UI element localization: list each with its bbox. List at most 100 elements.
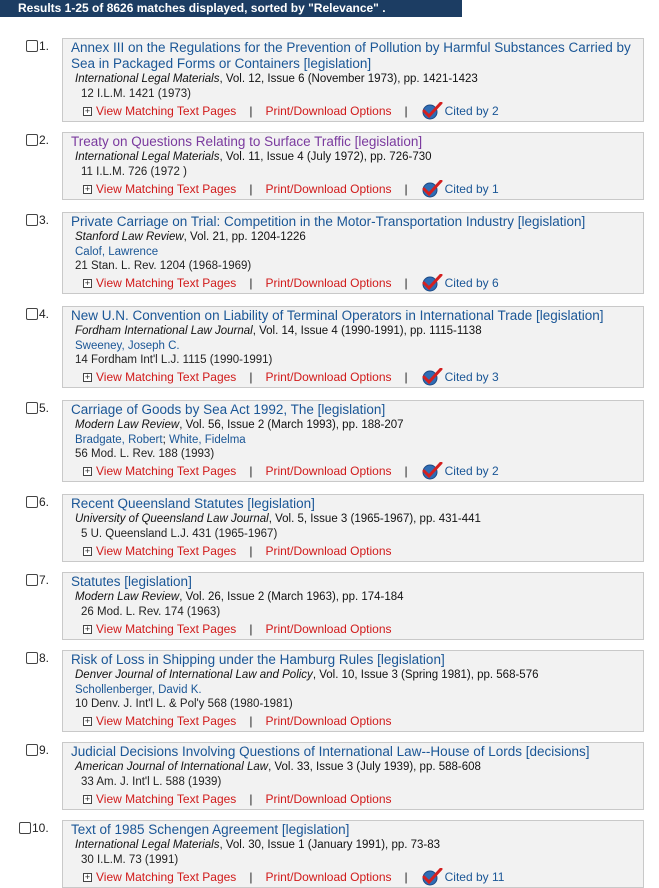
journal-details: , Vol. 21, pp. 1204-1226 [183,231,306,243]
print-download-link[interactable]: Print/Download Options [265,464,391,478]
print-download-link[interactable]: Print/Download Options [265,870,391,884]
expand-plus-icon[interactable]: + [83,184,92,194]
result-number: 1. [39,39,50,53]
expand-plus-icon[interactable]: + [83,716,92,726]
separator-pipe: | [249,714,253,728]
journal-name: University of Queensland Law Journal [75,513,269,525]
expand-plus-icon[interactable]: + [83,466,92,476]
cited-by-link[interactable]: Cited by 2 [421,102,499,120]
result-checkbox[interactable] [26,40,38,52]
separator-pipe: | [404,104,408,118]
view-matching-text-link[interactable]: View Matching Text Pages [96,622,236,636]
journal-details: , Vol. 33, Issue 3 (July 1939), pp. 588-… [268,761,481,773]
citation-text: 26 Mod. L. Rev. 174 (1963) [81,606,221,618]
author-link[interactable]: White, Fidelma [169,434,246,446]
print-download-link[interactable]: Print/Download Options [265,370,391,384]
expand-plus-icon[interactable]: + [83,372,92,382]
result-checkbox[interactable] [26,402,38,414]
separator-pipe: | [249,622,253,636]
result-title-link[interactable]: New U.N. Convention on Liability of Term… [71,308,635,324]
cited-check-icon [422,274,443,292]
result-checkbox[interactable] [26,652,38,664]
expand-plus-icon[interactable]: + [83,278,92,288]
citation-text: 12 I.L.M. 1421 (1973) [81,88,191,100]
cited-by-link[interactable]: Cited by 6 [421,274,499,292]
view-matching-text-link[interactable]: View Matching Text Pages [96,464,236,478]
separator-pipe: | [249,182,253,196]
result-card: Judicial Decisions Involving Questions o… [62,742,644,810]
print-download-link[interactable]: Print/Download Options [265,622,391,636]
journal-line: Stanford Law Review, Vol. 21, pp. 1204-1… [71,230,635,245]
result-actions: + View Matching Text Pages | Print/Download… [71,711,635,731]
author-link[interactable]: Schollenberger, David K. [75,684,202,696]
result-select: 9. [26,743,49,757]
result-title-link[interactable]: Text of 1985 Schengen Agreement [legisla… [71,822,635,838]
author-link[interactable]: Bradgate, Robert [75,434,163,446]
journal-name: Modern Law Review [75,591,180,603]
result-title-link[interactable]: Recent Queensland Statutes [legislation] [71,496,635,512]
result-title-link[interactable]: Risk of Loss in Shipping under the Hambu… [71,652,635,668]
cited-check-icon [422,180,443,198]
result-title-link[interactable]: Statutes [legislation] [71,574,635,590]
result-number: 10. [32,821,49,835]
result-card: Annex III on the Regulations for the Pre… [62,38,644,122]
print-download-link[interactable]: Print/Download Options [265,104,391,118]
expand-plus-icon[interactable]: + [83,546,92,556]
separator-pipe: | [249,276,253,290]
citation-text: 56 Mod. L. Rev. 188 (1993) [75,448,215,460]
print-download-link[interactable]: Print/Download Options [265,276,391,290]
view-matching-text-link[interactable]: View Matching Text Pages [96,370,236,384]
journal-line: International Legal Materials, Vol. 30, … [71,838,635,853]
expand-plus-icon[interactable]: + [83,794,92,804]
result-checkbox[interactable] [26,134,38,146]
expand-plus-icon[interactable]: + [83,106,92,116]
journal-name: International Legal Materials [75,151,220,163]
result-checkbox[interactable] [26,574,38,586]
print-download-link[interactable]: Print/Download Options [265,544,391,558]
result-title-link[interactable]: Judicial Decisions Involving Questions o… [71,744,635,760]
citation-text: 14 Fordham Int'l L.J. 1115 (1990-1991) [75,354,273,366]
result-title-link[interactable]: Carriage of Goods by Sea Act 1992, The [… [71,402,635,418]
result-title-link[interactable]: Treaty on Questions Relating to Surface … [71,134,635,150]
journal-line: International Legal Materials, Vol. 11, … [71,150,635,165]
result-number: 4. [39,307,50,321]
result-select: 2. [26,133,49,147]
journal-name: Stanford Law Review [75,231,184,243]
print-download-link[interactable]: Print/Download Options [265,792,391,806]
separator-pipe: | [249,104,253,118]
expand-plus-icon[interactable]: + [83,872,92,882]
result-title-link[interactable]: Private Carriage on Trial: Competition i… [71,214,635,230]
result-number: 2. [39,133,50,147]
cited-check-icon [422,868,443,886]
result-checkbox[interactable] [26,214,38,226]
result-actions: + View Matching Text Pages | Print/Download… [71,619,635,639]
view-matching-text-link[interactable]: View Matching Text Pages [96,714,236,728]
result-card: New U.N. Convention on Liability of Term… [62,306,644,388]
result-actions: + View Matching Text Pages | Print/Download… [71,541,635,561]
print-download-link[interactable]: Print/Download Options [265,182,391,196]
author-link[interactable]: Sweeney, Joseph C. [75,340,180,352]
result-actions: + View Matching Text Pages | Print/Download… [71,867,635,887]
citation-text: 21 Stan. L. Rev. 1204 (1968-1969) [75,260,252,272]
result-checkbox[interactable] [26,308,38,320]
result-select: 5. [26,401,49,415]
expand-plus-icon[interactable]: + [83,624,92,634]
view-matching-text-link[interactable]: View Matching Text Pages [96,870,236,884]
result-number: 3. [39,213,50,227]
view-matching-text-link[interactable]: View Matching Text Pages [96,544,236,558]
cited-by-link[interactable]: Cited by 1 [421,180,499,198]
author-link[interactable]: Calof, Lawrence [75,246,158,258]
view-matching-text-link[interactable]: View Matching Text Pages [96,182,236,196]
view-matching-text-link[interactable]: View Matching Text Pages [96,276,236,290]
cited-by-link[interactable]: Cited by 3 [421,368,499,386]
cited-by-link[interactable]: Cited by 11 [421,868,504,886]
result-checkbox[interactable] [26,744,38,756]
print-download-link[interactable]: Print/Download Options [265,714,391,728]
result-title-link[interactable]: Annex III on the Regulations for the Pre… [71,40,635,72]
cited-by-link[interactable]: Cited by 2 [421,462,499,480]
view-matching-text-link[interactable]: View Matching Text Pages [96,104,236,118]
view-matching-text-link[interactable]: View Matching Text Pages [96,792,236,806]
result-checkbox[interactable] [19,822,31,834]
result-checkbox[interactable] [26,496,38,508]
result-select: 8. [26,651,49,665]
